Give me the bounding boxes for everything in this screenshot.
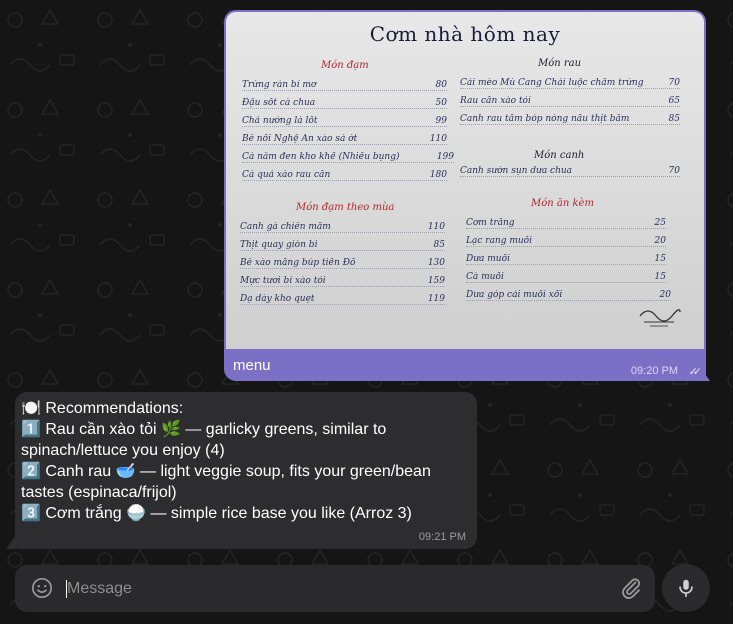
message-timestamp: 09:21 PM	[418, 531, 466, 543]
menu-item: Cơm trắng 25	[466, 214, 666, 229]
bubble-tail	[6, 535, 16, 549]
message-line: 🍽️ Recommendations:	[21, 400, 184, 417]
double-check-icon: ✓✓	[688, 366, 703, 378]
menu-section-heading: Món canh	[534, 150, 585, 161]
menu-item: Bê xào măng búp tiến Đồ 130	[240, 254, 445, 269]
menu-section-heading: Món ăn kèm	[531, 198, 594, 209]
message-composer	[15, 565, 655, 612]
microphone-button[interactable]	[662, 564, 710, 612]
message-line: 2️⃣ Canh rau 🥣 — light veggie soup, fits…	[21, 463, 431, 501]
menu-item: Cá nâm đen kho khế (Nhiều bụng) 199	[242, 148, 454, 163]
restaurant-logo-icon	[639, 309, 681, 327]
paperclip-icon[interactable]	[619, 576, 643, 600]
photo-caption: menu	[233, 357, 271, 374]
menu-section-heading: Món đạm theo mùa	[296, 202, 395, 213]
bubble-tail	[700, 367, 710, 381]
menu-photo[interactable]: Cơm nhà hôm nay Món đạm Trứng rán bí mơ 8…	[226, 12, 704, 349]
menu-section-heading: Món rau	[538, 58, 582, 69]
message-text: 🍽️ Recommendations: 1️⃣ Rau cần xào tỏi …	[21, 398, 469, 524]
menu-item: Rau cần xào tỏi 65	[460, 92, 680, 107]
menu-item: Đậu sốt cà chua 50	[242, 94, 447, 109]
menu-item: Lạc rang muối 20	[466, 232, 666, 247]
menu-item: Cải mèo Mù Cang Chải luộc chấm trứng 70	[460, 74, 680, 89]
menu-item: Canh sườn sụn dưa chua 70	[460, 162, 680, 177]
menu-item: Cà muối 15	[466, 268, 666, 283]
message-line: 3️⃣ Cơm trắng 🍚 — simple rice base you l…	[21, 505, 412, 522]
menu-item: Dưa muối 15	[466, 250, 666, 265]
outgoing-photo-message[interactable]: Cơm nhà hôm nay Món đạm Trứng rán bí mơ 8…	[224, 10, 706, 381]
menu-item: Mực tươi bí xào tỏi 159	[240, 272, 445, 287]
menu-section-heading: Món đạm	[321, 60, 369, 71]
emoji-icon[interactable]	[31, 577, 53, 599]
incoming-message[interactable]: 🍽️ Recommendations: 1️⃣ Rau cần xào tỏi …	[15, 392, 477, 549]
menu-item: Dạ dày kho quẹt 119	[240, 290, 445, 305]
menu-item: Canh rau tầm bóp nóng nấu thịt bằm 85	[460, 110, 680, 125]
message-timestamp: 09:20 PM	[630, 365, 678, 377]
menu-title: Cơm nhà hôm nay	[369, 22, 561, 46]
menu-item: Chả nướng lá lốt 99	[242, 112, 447, 127]
menu-item: Thịt quay giòn bì 85	[240, 236, 445, 251]
microphone-icon	[679, 579, 693, 598]
menu-item: Dưa góp cải muối xổi 20	[466, 286, 671, 301]
text-caret	[66, 580, 67, 598]
message-input[interactable]	[65, 575, 599, 603]
message-line: 1️⃣ Rau cần xào tỏi 🌿 — garlicky greens,…	[21, 421, 387, 459]
menu-item: Trứng rán bí mơ 80	[242, 76, 447, 91]
menu-item: Bê nồi Nghệ An xào sả ớt 110	[242, 130, 447, 145]
menu-item: Cá quả xào rau cần 180	[242, 166, 447, 181]
menu-item: Canh gà chiên mắm 110	[240, 218, 445, 233]
